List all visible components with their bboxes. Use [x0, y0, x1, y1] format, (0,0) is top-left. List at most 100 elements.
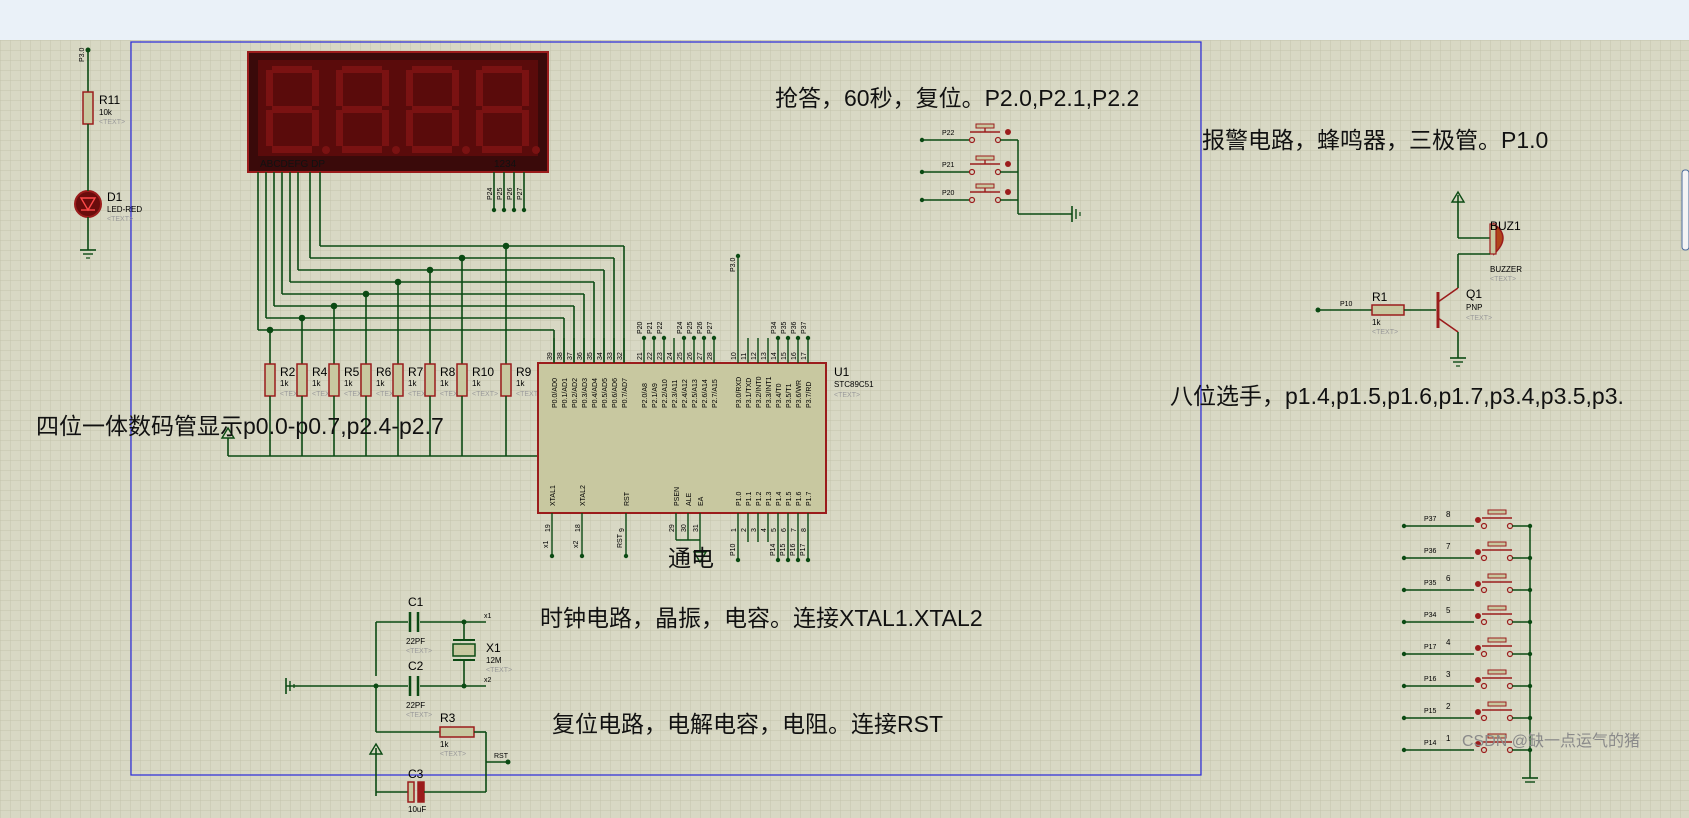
r1-val: 1k — [1372, 318, 1381, 327]
mcu-pin-number: 8 — [801, 528, 808, 532]
mcu-pin-name: P3.3/INT1 — [766, 376, 773, 408]
mcu-pin-number: 12 — [751, 352, 758, 360]
player-net-label: P17 — [1424, 644, 1437, 651]
resistor-body — [360, 363, 372, 397]
segment — [406, 110, 413, 146]
buzzer-ref: BUZ1 — [1490, 219, 1521, 233]
mcu-pin-name: P2.7/A15 — [712, 379, 719, 408]
segment — [522, 70, 529, 106]
mcu-pin-number: 17 — [801, 352, 808, 360]
mcu-pin-number: 15 — [781, 352, 788, 360]
note-clock: 时钟电路，晶振，电容。连接XTAL1.XTAL2 — [540, 605, 983, 631]
net-label: P16 — [790, 543, 797, 556]
q1-base-net: P10 — [1340, 301, 1353, 308]
mcu-pin-name: P2.4/A12 — [682, 379, 689, 408]
segment — [482, 146, 522, 153]
led-ref: D1 — [107, 190, 123, 204]
segment — [266, 70, 273, 106]
net-label: P37 — [801, 321, 808, 334]
mcu-pin-name: P0.6/AD6 — [612, 378, 619, 408]
net-label: P27 — [707, 321, 714, 334]
led-d1-body — [74, 190, 102, 218]
led-text: <TEXT> — [107, 216, 133, 223]
r1-body — [1371, 304, 1405, 316]
xtal-net-x2: x2 — [484, 677, 492, 684]
junction-dot — [330, 302, 338, 310]
q1-part: PNP — [1466, 303, 1482, 312]
segment — [382, 110, 389, 146]
net-label: P36 — [791, 321, 798, 334]
rst-net: RST — [494, 753, 509, 760]
mcu-pin-number: 27 — [697, 352, 704, 360]
segment-dp — [462, 146, 470, 154]
segment — [412, 106, 452, 113]
mcu-pin-name: P3.2/INT0 — [756, 376, 763, 408]
mcu-pin-number: 21 — [637, 352, 644, 360]
player-net-label: P34 — [1424, 612, 1437, 619]
mcu-pin-name: P2.2/A10 — [662, 379, 669, 408]
vertical-scrollbar[interactable] — [1681, 169, 1689, 251]
display-segment-label: ABCDEFG DP — [260, 159, 325, 170]
digit-net-label: P25 — [497, 187, 504, 200]
r3-ref: R3 — [440, 711, 456, 725]
mcu-pin-name: P2.1/A9 — [652, 383, 659, 408]
r3-body — [439, 726, 475, 738]
resistor-body — [500, 363, 512, 397]
note-qiangda: 抢答，60秒，复位。P2.0,P2.1,P2.2 — [775, 85, 1139, 111]
mcu-pin-name: RST — [624, 491, 631, 506]
mcu-pin-name: P1.6 — [796, 491, 803, 506]
player-number: 1 — [1446, 734, 1451, 743]
segment — [452, 70, 459, 106]
led-net-label: P3.0 — [79, 47, 86, 62]
seven-segment-display[interactable]: ABCDEFG DP 1234 — [247, 51, 549, 173]
mcu-pin-name: P0.3/AD3 — [582, 378, 589, 408]
net-label: P22 — [657, 321, 664, 334]
player-net-label: P35 — [1424, 580, 1437, 587]
junction-dot — [426, 266, 434, 274]
junction-dot — [394, 278, 402, 286]
button-net-label: P20 — [942, 190, 955, 197]
segment — [522, 110, 529, 146]
junction-dot — [502, 242, 510, 250]
net-label: P14 — [770, 543, 777, 556]
watermark: CSDN @缺一点运气的猪 — [1462, 732, 1640, 750]
led-part: LED-RED — [107, 205, 142, 214]
note-power: 通电 — [668, 545, 714, 571]
segment — [272, 106, 312, 113]
segment — [452, 110, 459, 146]
button-net-label: P21 — [942, 162, 955, 169]
mcu-pin-number: 3 — [751, 528, 758, 532]
segment — [476, 110, 483, 146]
segment — [342, 146, 382, 153]
mcu-pin-number: 30 — [681, 524, 688, 532]
resistor-body — [296, 363, 308, 397]
player-net-label: P14 — [1424, 740, 1437, 747]
segment — [336, 110, 343, 146]
resistor-ref: R10 — [472, 365, 494, 379]
player-number: 4 — [1446, 638, 1451, 647]
segment — [412, 146, 452, 153]
net-label: P20 — [637, 321, 644, 334]
net-label: RST — [617, 533, 624, 548]
mcu-pin-number: 33 — [607, 352, 614, 360]
crystal-icon — [452, 643, 476, 657]
resistor-ref: R2 — [280, 365, 296, 379]
r11-val: 10k — [99, 108, 113, 117]
c2-ref: C2 — [408, 659, 424, 673]
window-titlebar — [0, 0, 1689, 41]
mcu-pin-number: 37 — [567, 352, 574, 360]
mcu-pin-number: 1 — [731, 528, 738, 532]
junction-dot — [266, 326, 274, 334]
c1-val: 22PF — [406, 637, 425, 646]
crystal-val: 12M — [486, 656, 502, 665]
mcu-pin-number: 5 — [771, 528, 778, 532]
mcu-pin-number: 10 — [731, 352, 738, 360]
player-number: 7 — [1446, 542, 1451, 551]
schematic-canvas[interactable]: ABCDEFG DP 1234 P24 P25 P26 P27 R2 1k <TEXT> R… — [0, 40, 1689, 818]
mcu-pin-number: 32 — [617, 352, 624, 360]
mcu-pin-number: 39 — [547, 352, 554, 360]
segment — [312, 70, 319, 106]
resistor-val: 1k — [408, 379, 417, 388]
mcu-pin-name: P3.4/T0 — [776, 383, 783, 408]
c1-text: <TEXT> — [406, 648, 432, 655]
